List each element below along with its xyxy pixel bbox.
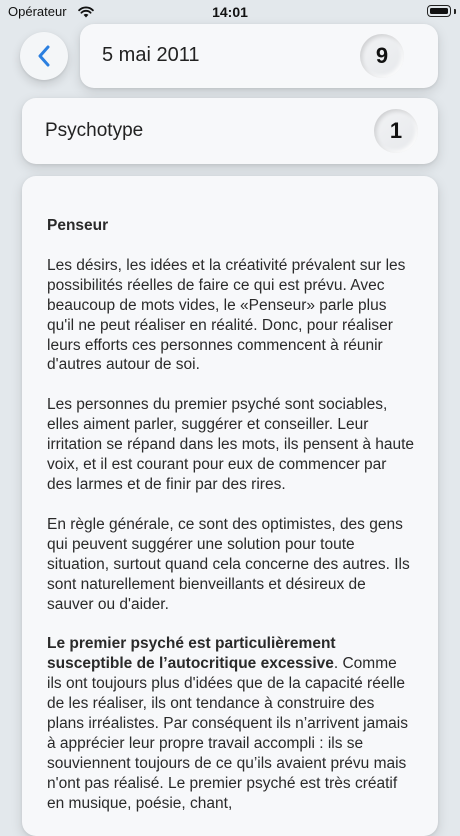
clock: 14:01 <box>212 4 248 20</box>
battery-tip <box>454 9 456 14</box>
back-button[interactable] <box>20 32 68 80</box>
battery-icon <box>427 5 451 17</box>
psychotype-label: Psychotype <box>45 120 144 141</box>
date-label: 5 mai 2011 <box>102 44 200 66</box>
date-card[interactable]: 5 mai 2011 9 <box>80 24 438 88</box>
description-title: Penseur <box>47 217 109 234</box>
paragraph-2: Les personnes du premier psyché sont soc… <box>47 396 415 493</box>
chevron-left-icon <box>38 45 50 67</box>
paragraph-1: Les désirs, les idées et la créativité p… <box>47 256 406 374</box>
paragraph-4-text: . Comme ils ont toujours plus d'idées qu… <box>47 655 408 812</box>
paragraph-3: En règle générale, ce sont des optimiste… <box>47 515 410 613</box>
psychotype-number-badge: 1 <box>374 109 418 153</box>
description-card[interactable]: Penseur Les désirs, les idées et la créa… <box>22 176 438 836</box>
status-bar: Opérateur 14:01 <box>0 0 460 24</box>
paragraph-4: Le premier psyché est particulièrement s… <box>47 634 415 813</box>
date-number-badge: 9 <box>360 34 404 78</box>
paragraph-4-bold: Le premier psyché est particulièrement s… <box>47 635 336 673</box>
psychotype-card[interactable]: Psychotype 1 <box>22 98 438 164</box>
description-text: Penseur Les désirs, les idées et la créa… <box>47 216 415 834</box>
